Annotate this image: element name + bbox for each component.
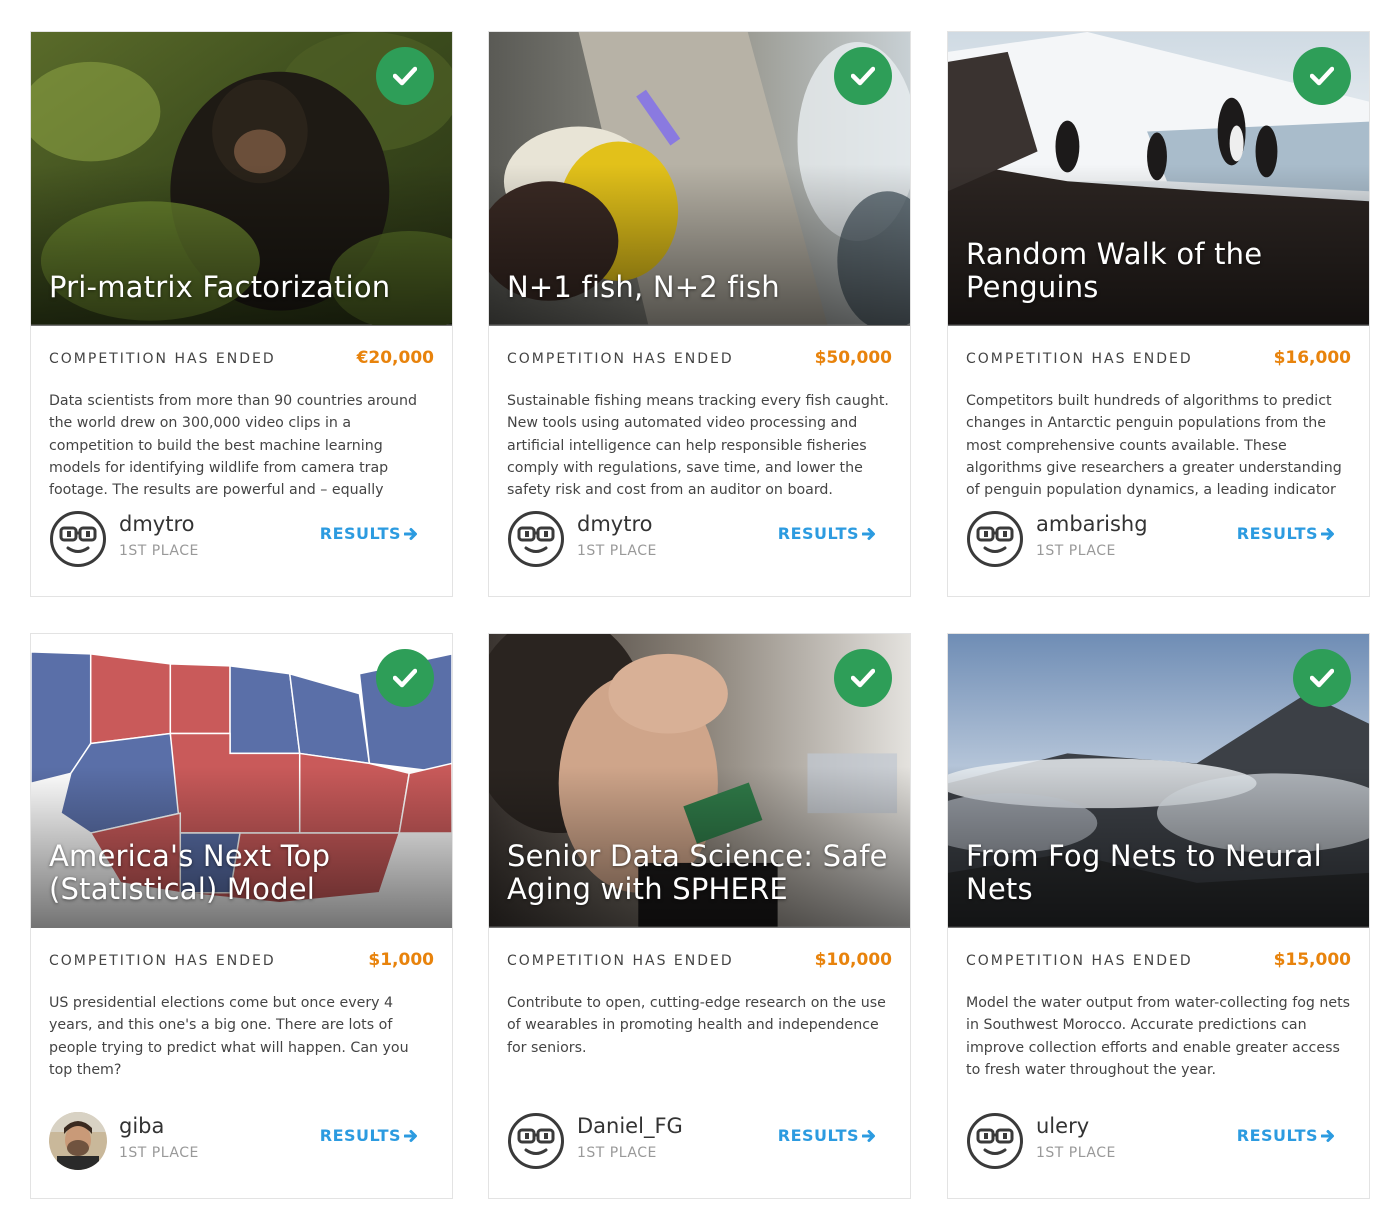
competition-card[interactable]: N+1 fish, N+2 fish COMPETITION HAS ENDED…: [488, 31, 911, 597]
photo-avatar[interactable]: [49, 1112, 107, 1170]
prize-amount: €20,000: [356, 348, 434, 368]
winner-place: 1ST PLACE: [1036, 1145, 1116, 1161]
prize-amount: $50,000: [814, 348, 892, 368]
competition-title[interactable]: America's Next Top (Statistical) Model: [49, 840, 434, 906]
results-label: RESULTS: [319, 1126, 401, 1145]
competition-card[interactable]: From Fog Nets to Neural Nets COMPETITION…: [947, 633, 1370, 1199]
robot-avatar-icon[interactable]: [966, 1112, 1024, 1170]
results-link[interactable]: RESULTS: [778, 1126, 876, 1145]
competition-status: COMPETITION HAS ENDED: [966, 351, 1193, 367]
arrow-right-icon: [404, 527, 417, 540]
competition-title[interactable]: Senior Data Science: Safe Aging with SPH…: [507, 840, 892, 906]
card-hero-image[interactable]: N+1 fish, N+2 fish: [489, 32, 910, 326]
competition-title[interactable]: N+1 fish, N+2 fish: [507, 271, 892, 304]
prize-amount: $1,000: [368, 950, 434, 970]
competition-description: US presidential elections come but once …: [49, 995, 409, 1078]
results-label: RESULTS: [777, 524, 859, 543]
winner-username[interactable]: dmytro: [577, 512, 652, 536]
robot-avatar-icon[interactable]: [966, 510, 1024, 568]
check-icon: [1293, 47, 1351, 105]
prize-amount: $16,000: [1273, 348, 1351, 368]
winner-username[interactable]: ulery: [1036, 1114, 1089, 1138]
card-hero-image[interactable]: America's Next Top (Statistical) Model: [31, 634, 452, 928]
competition-title[interactable]: Random Walk of the Penguins: [966, 238, 1351, 304]
arrow-right-icon: [862, 527, 875, 540]
competition-card[interactable]: Senior Data Science: Safe Aging with SPH…: [488, 633, 911, 1199]
card-hero-image[interactable]: Senior Data Science: Safe Aging with SPH…: [489, 634, 910, 928]
check-icon: [1293, 649, 1351, 707]
winner-place: 1ST PLACE: [119, 1145, 199, 1161]
winner-username[interactable]: ambarishg: [1036, 512, 1148, 536]
card-hero-image[interactable]: Random Walk of the Penguins: [948, 32, 1369, 326]
results-label: RESULTS: [1236, 1126, 1318, 1145]
results-label: RESULTS: [1236, 524, 1318, 543]
competition-title[interactable]: From Fog Nets to Neural Nets: [966, 840, 1351, 906]
results-link[interactable]: RESULTS: [320, 524, 418, 543]
competition-description: Competitors built hundreds of algorithms…: [966, 393, 1342, 499]
competition-description: Model the water output from water-collec…: [966, 995, 1351, 1078]
robot-avatar-icon[interactable]: [507, 510, 565, 568]
check-icon: [834, 649, 892, 707]
competition-description: Contribute to open, cutting-edge researc…: [507, 995, 886, 1056]
competition-status: COMPETITION HAS ENDED: [507, 351, 734, 367]
competition-card[interactable]: Random Walk of the Penguins COMPETITION …: [947, 31, 1370, 597]
competition-card[interactable]: Pri-matrix Factorization COMPETITION HAS…: [30, 31, 453, 597]
results-link[interactable]: RESULTS: [1237, 524, 1335, 543]
competition-status: COMPETITION HAS ENDED: [49, 351, 276, 367]
winner-place: 1ST PLACE: [1036, 543, 1116, 559]
competition-title[interactable]: Pri-matrix Factorization: [49, 271, 434, 304]
winner-username[interactable]: Daniel_FG: [577, 1114, 683, 1138]
winner-footer: ulery 1ST PLACE RESULTS: [966, 1112, 1351, 1172]
arrow-right-icon: [1321, 527, 1334, 540]
check-icon: [834, 47, 892, 105]
competition-status: COMPETITION HAS ENDED: [966, 953, 1193, 969]
arrow-right-icon: [1321, 1129, 1334, 1142]
results-link[interactable]: RESULTS: [778, 524, 876, 543]
check-icon: [376, 649, 434, 707]
robot-avatar-icon[interactable]: [49, 510, 107, 568]
winner-username[interactable]: giba: [119, 1114, 164, 1138]
winner-footer: ambarishg 1ST PLACE RESULTS: [966, 510, 1351, 570]
results-link[interactable]: RESULTS: [320, 1126, 418, 1145]
arrow-right-icon: [404, 1129, 417, 1142]
results-link[interactable]: RESULTS: [1237, 1126, 1335, 1145]
competition-card[interactable]: America's Next Top (Statistical) Model C…: [30, 633, 453, 1199]
winner-footer: dmytro 1ST PLACE RESULTS: [49, 510, 434, 570]
card-hero-image[interactable]: From Fog Nets to Neural Nets: [948, 634, 1369, 928]
arrow-right-icon: [862, 1129, 875, 1142]
winner-place: 1ST PLACE: [577, 1145, 657, 1161]
winner-username[interactable]: dmytro: [119, 512, 194, 536]
winner-place: 1ST PLACE: [119, 543, 199, 559]
competition-status: COMPETITION HAS ENDED: [49, 953, 276, 969]
winner-footer: Daniel_FG 1ST PLACE RESULTS: [507, 1112, 892, 1172]
competition-status: COMPETITION HAS ENDED: [507, 953, 734, 969]
competition-description: Data scientists from more than 90 countr…: [49, 393, 418, 499]
results-label: RESULTS: [319, 524, 401, 543]
competition-description: Sustainable fishing means tracking every…: [507, 393, 889, 499]
robot-avatar-icon[interactable]: [507, 1112, 565, 1170]
prize-amount: $10,000: [814, 950, 892, 970]
results-label: RESULTS: [777, 1126, 859, 1145]
prize-amount: $15,000: [1273, 950, 1351, 970]
card-hero-image[interactable]: Pri-matrix Factorization: [31, 32, 452, 326]
winner-footer: giba 1ST PLACE RESULTS: [49, 1112, 434, 1172]
check-icon: [376, 47, 434, 105]
winner-footer: dmytro 1ST PLACE RESULTS: [507, 510, 892, 570]
winner-place: 1ST PLACE: [577, 543, 657, 559]
